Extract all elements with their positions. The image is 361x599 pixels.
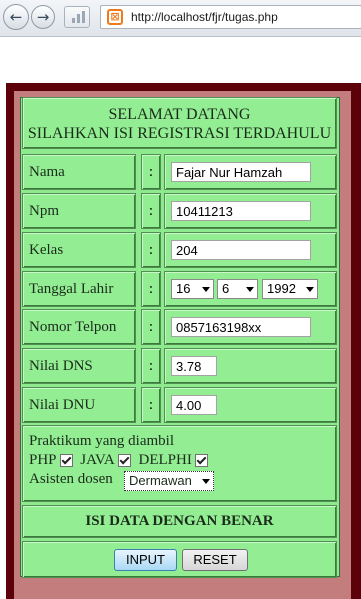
- asisten-value: Dermawan: [129, 473, 192, 488]
- title-line-2: SILAHKAN ISI REGISTRASI TERDAHULU: [27, 125, 332, 142]
- url-text: http://localhost/fjr/tugas.php: [131, 10, 278, 24]
- praktikum-options: PHP JAVA DELPHI: [29, 451, 336, 470]
- nilai-dns-cell: [164, 348, 337, 384]
- day-select[interactable]: 16: [171, 279, 214, 299]
- nilai-dnu-label: Nilai DNU: [22, 387, 136, 423]
- chevron-down-icon: [246, 287, 254, 292]
- nama-label: Nama: [22, 154, 136, 190]
- npm-cell: [164, 193, 337, 229]
- back-arrow-icon[interactable]: ←: [3, 4, 29, 30]
- nilai-dns-label: Nilai DNS: [22, 348, 136, 384]
- tanggal-lahir-cell: 16 6 1992: [164, 271, 337, 307]
- kelas-colon: :: [141, 232, 161, 268]
- year-value: 1992: [267, 281, 296, 296]
- php-checkbox[interactable]: [59, 454, 73, 468]
- instruction-note: ISI DATA DENGAN BENAR: [22, 505, 337, 538]
- form-title: SELAMAT DATANG SILAHKAN ISI REGISTRASI T…: [22, 97, 337, 149]
- nilai-dnu-colon: :: [141, 387, 161, 423]
- praktikum-label: Praktikum yang diambil: [29, 433, 174, 449]
- forward-arrow-icon[interactable]: →: [31, 5, 55, 29]
- nomor-telpon-cell: [164, 309, 337, 345]
- npm-label: Npm: [22, 193, 136, 229]
- kelas-label: Kelas: [22, 232, 136, 268]
- nomor-telpon-colon: :: [141, 309, 161, 345]
- reset-button[interactable]: RESET: [182, 549, 248, 571]
- java-checkbox[interactable]: [117, 454, 131, 468]
- nomor-telpon-input[interactable]: [171, 317, 311, 337]
- kelas-cell: [164, 232, 337, 268]
- tanggal-lahir-colon: :: [141, 271, 161, 307]
- nama-cell: [164, 154, 337, 190]
- nama-colon: :: [141, 154, 161, 190]
- feeds-icon[interactable]: [64, 6, 90, 28]
- year-select[interactable]: 1992: [262, 279, 318, 299]
- chevron-down-icon: [202, 479, 210, 484]
- asisten-select[interactable]: Dermawan: [124, 471, 214, 491]
- address-bar[interactable]: ⊠ http://localhost/fjr/tugas.php: [100, 5, 361, 29]
- browser-toolbar: ← → ⊠ http://localhost/fjr/tugas.php: [0, 0, 361, 37]
- chevron-down-icon: [306, 287, 314, 292]
- xampp-site-icon: ⊠: [107, 9, 123, 25]
- java-label: JAVA: [80, 452, 115, 468]
- title-line-1: SELAMAT DATANG: [108, 106, 251, 123]
- nilai-dnu-input[interactable]: [171, 395, 217, 415]
- nama-input[interactable]: [171, 162, 311, 182]
- input-button[interactable]: INPUT: [114, 549, 177, 571]
- nilai-dns-colon: :: [141, 348, 161, 384]
- nilai-dns-input[interactable]: [171, 356, 217, 376]
- kelas-input[interactable]: [171, 240, 311, 260]
- nilai-dnu-cell: [164, 387, 337, 423]
- tanggal-lahir-label: Tanggal Lahir: [22, 271, 136, 307]
- delphi-label: DELPHI: [138, 452, 192, 468]
- month-value: 6: [222, 281, 230, 296]
- delphi-checkbox[interactable]: [194, 454, 208, 468]
- day-value: 16: [176, 281, 191, 296]
- nomor-telpon-label: Nomor Telpon: [22, 309, 136, 345]
- praktikum-section: Praktikum yang diambil PHP JAVA DELPHI A…: [22, 425, 337, 502]
- npm-colon: :: [141, 193, 161, 229]
- asisten-label: Asisten dosen: [29, 471, 113, 487]
- asisten-row: Asisten dosen Dermawan: [29, 470, 336, 491]
- button-row: INPUT RESET: [22, 541, 337, 578]
- month-select[interactable]: 6: [217, 279, 258, 299]
- php-label: PHP: [29, 452, 57, 468]
- chevron-down-icon: [202, 287, 210, 292]
- npm-input[interactable]: [171, 201, 311, 221]
